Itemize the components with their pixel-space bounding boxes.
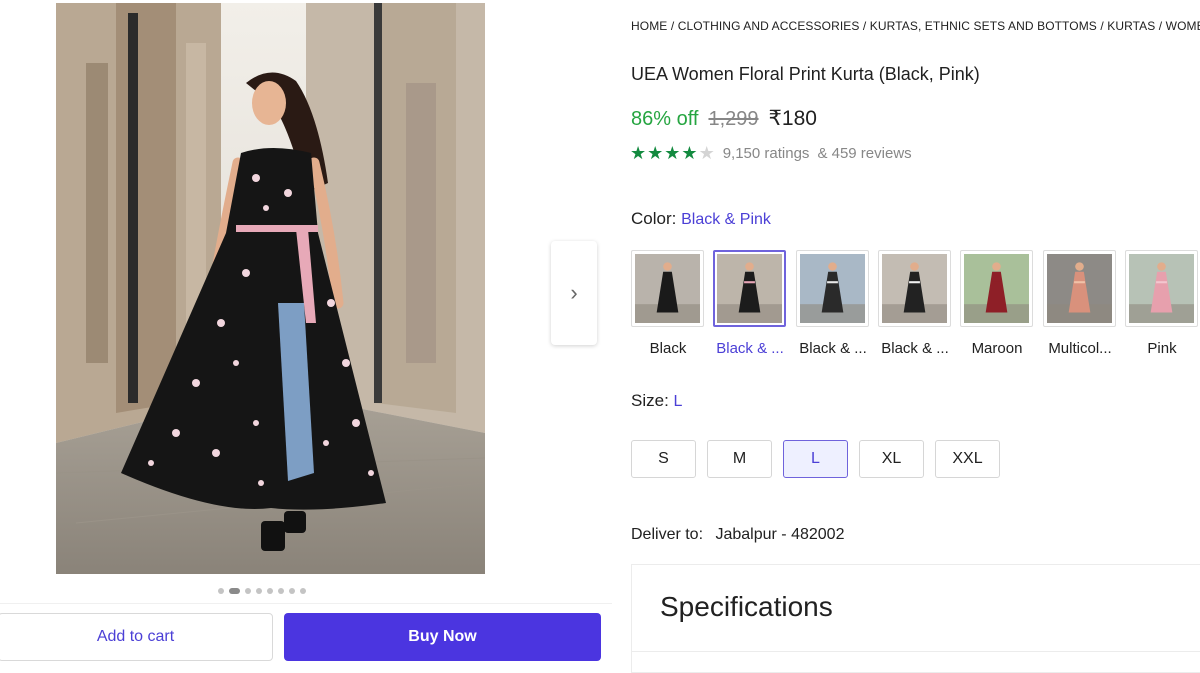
gallery-dot[interactable]	[278, 588, 284, 594]
selling-price: ₹180	[768, 107, 817, 130]
ratings-count: 9,150 ratings	[722, 144, 810, 162]
color-swatch-label[interactable]: Black & ...	[790, 340, 876, 357]
swatch-thumbnail	[800, 254, 865, 323]
size-option-s[interactable]: S	[631, 440, 696, 478]
gallery-dot[interactable]	[229, 588, 240, 594]
color-swatch[interactable]	[631, 250, 704, 327]
color-swatch[interactable]	[713, 250, 786, 327]
price-row: 86% off 1,299 ₹180	[631, 106, 817, 131]
star-icon: ★	[681, 143, 698, 163]
gallery-dot[interactable]	[218, 588, 224, 594]
rating-summary[interactable]: ★ ★ ★ ★ ★ 9,150 ratings & 459 reviews	[630, 144, 912, 162]
color-swatch-label[interactable]: Black	[625, 340, 711, 357]
swatch-thumbnail	[882, 254, 947, 323]
chevron-right-icon: ›	[570, 280, 578, 305]
color-heading: Color: Black & Pink	[631, 209, 771, 229]
color-swatch-label[interactable]: Black & ...	[872, 340, 958, 357]
selected-color: Black & Pink	[681, 211, 771, 228]
divider	[632, 651, 1200, 652]
size-option-m[interactable]: M	[707, 440, 772, 478]
gallery-dot[interactable]	[289, 588, 295, 594]
gallery-pagination[interactable]	[218, 588, 306, 594]
swatch-thumbnail	[717, 254, 782, 323]
product-main-image[interactable]	[56, 3, 485, 574]
gallery-dot[interactable]	[256, 588, 262, 594]
swatch-thumbnail	[964, 254, 1029, 323]
specifications-title: Specifications	[660, 591, 833, 622]
original-price: 1,299	[708, 108, 759, 130]
color-swatch[interactable]	[960, 250, 1033, 327]
reviews-count: & 459 reviews	[817, 144, 912, 162]
swatch-thumbnail	[635, 254, 700, 323]
size-heading: Size: L	[631, 391, 682, 411]
swatch-thumbnail	[1129, 254, 1194, 323]
swatch-thumbnail	[1047, 254, 1112, 323]
color-swatch[interactable]	[878, 250, 951, 327]
color-label: Color:	[631, 209, 677, 228]
delivery-location[interactable]: Jabalpur - 482002	[715, 526, 844, 543]
star-icon: ★	[698, 143, 715, 163]
buy-now-button[interactable]: Buy Now	[284, 613, 601, 661]
add-to-cart-button[interactable]: Add to cart	[0, 613, 273, 661]
color-swatch[interactable]	[1125, 250, 1198, 327]
size-option-xxl[interactable]: XXL	[935, 440, 1000, 478]
gallery-dot[interactable]	[300, 588, 306, 594]
discount-percent: 86% off	[631, 108, 699, 130]
gallery-dot[interactable]	[267, 588, 273, 594]
color-swatch-label[interactable]: Maroon	[954, 340, 1040, 357]
color-swatch-label[interactable]: Multicol...	[1037, 340, 1123, 357]
delivery-info[interactable]: Deliver to: Jabalpur - 482002	[631, 526, 844, 544]
next-image-button[interactable]: ›	[551, 241, 597, 345]
product-title: UEA Women Floral Print Kurta (Black, Pin…	[631, 64, 980, 84]
star-icon: ★	[664, 143, 681, 163]
gallery-dot[interactable]	[245, 588, 251, 594]
breadcrumb[interactable]: HOME / CLOTHING AND ACCESSORIES / KURTAS…	[631, 19, 1200, 33]
specifications-section: Specifications	[631, 564, 1200, 673]
size-option-xl[interactable]: XL	[859, 440, 924, 478]
color-swatch-label[interactable]: Black & ...	[707, 340, 793, 357]
rating-stars: ★ ★ ★ ★ ★	[630, 144, 715, 162]
star-icon: ★	[630, 143, 647, 163]
selected-size: L	[673, 393, 683, 410]
color-swatch-label[interactable]: Pink	[1119, 340, 1200, 357]
size-option-l[interactable]: L	[783, 440, 848, 478]
deliver-label: Deliver to:	[631, 526, 704, 543]
color-swatch[interactable]	[1043, 250, 1116, 327]
color-swatch[interactable]	[796, 250, 869, 327]
star-icon: ★	[647, 143, 664, 163]
size-label: Size:	[631, 391, 669, 410]
